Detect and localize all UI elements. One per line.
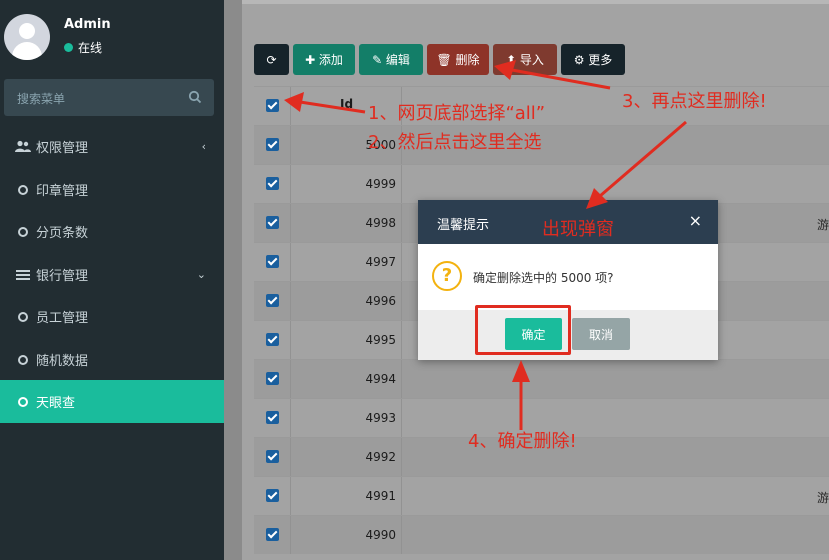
sidebar-item-tianyancha[interactable]: 天眼查 — [0, 380, 224, 423]
toolbar: ⟳ ✚ 添加 ✎ 编辑 🗑 删除 ⬆ 导入 ⚙ 更多 — [254, 44, 629, 75]
sidebar-item-staff[interactable]: 员工管理 — [0, 295, 224, 338]
table-row[interactable]: 4994 — [254, 359, 829, 398]
sidebar-item-label: 银行管理 — [36, 269, 89, 284]
sidebar-item-label: 员工管理 — [36, 311, 89, 326]
add-button[interactable]: ✚ 添加 — [293, 44, 355, 75]
sidebar-item-label: 天眼查 — [36, 396, 76, 411]
close-icon[interactable]: × — [689, 211, 702, 230]
annotation-step3: 3、再点这里删除! — [622, 91, 767, 112]
dialog-body: ? 确定删除选中的 5000 项? — [418, 244, 718, 310]
status-label: 在线 — [78, 41, 103, 55]
row-checkbox[interactable] — [266, 138, 279, 151]
row-checkbox[interactable] — [266, 489, 279, 502]
row-checkbox[interactable] — [266, 216, 279, 229]
annotation-step1: 1、网页底部选择“all” — [368, 103, 546, 124]
cell-edge-text: 游 — [816, 491, 829, 505]
chevron-left-icon: ‹ — [201, 140, 206, 153]
row-checkbox[interactable] — [266, 333, 279, 346]
circle-icon — [15, 183, 31, 197]
sidebar-item-label: 权限管理 — [36, 141, 89, 156]
sidebar-item-seal[interactable]: 印章管理 — [0, 168, 224, 211]
list-icon — [15, 268, 31, 282]
refresh-icon: ⟳ — [266, 52, 277, 67]
search-icon[interactable] — [188, 90, 202, 104]
sidebar: Admin 在线 搜索菜单 权限管理 ‹ 印章管理 分页条数 银行管理 ⌄ 员工… — [0, 0, 224, 560]
annotation-popup: 出现弹窗 — [542, 219, 614, 240]
edit-button[interactable]: ✎ 编辑 — [359, 44, 423, 75]
row-checkbox[interactable] — [266, 255, 279, 268]
circle-icon — [15, 310, 31, 324]
cell-id: 4991 — [365, 489, 396, 503]
question-icon: ? — [432, 261, 462, 291]
dialog-title: 温馨提示 — [437, 218, 490, 233]
cancel-button[interactable]: 取消 — [572, 318, 630, 350]
cell-id: 4996 — [365, 294, 396, 308]
circle-icon — [15, 225, 31, 239]
cell-id: 4995 — [365, 333, 396, 347]
annotation-step4: 4、确定删除! — [468, 431, 577, 452]
user-panel: Admin 在线 — [0, 0, 224, 72]
avatar — [4, 14, 50, 60]
sidebar-item-label: 随机数据 — [36, 354, 89, 369]
row-checkbox[interactable] — [266, 528, 279, 541]
sidebar-item-label: 分页条数 — [36, 226, 89, 241]
cell-id: 4997 — [365, 255, 396, 269]
sidebar-item-permissions[interactable]: 权限管理 ‹ — [0, 125, 224, 168]
more-button[interactable]: ⚙ 更多 — [561, 44, 625, 75]
user-name: Admin — [64, 17, 111, 32]
dialog-message: 确定删除选中的 5000 项? — [473, 271, 614, 285]
sidebar-item-random-data[interactable]: 随机数据 — [0, 338, 224, 381]
sidebar-item-label: 印章管理 — [36, 184, 89, 199]
users-icon — [15, 140, 31, 154]
sidebar-item-page-size[interactable]: 分页条数 — [0, 210, 224, 253]
table-row[interactable]: 5000 — [254, 125, 829, 164]
user-status: 在线 — [64, 39, 102, 56]
cell-id: 4999 — [365, 177, 396, 191]
circle-icon — [15, 395, 31, 409]
select-all-checkbox[interactable] — [266, 99, 279, 112]
sidebar-item-bank[interactable]: 银行管理 ⌄ — [0, 253, 224, 296]
cell-id: 4992 — [365, 450, 396, 464]
refresh-button[interactable]: ⟳ — [254, 44, 289, 75]
cell-id: 4990 — [365, 528, 396, 542]
annotation-step2: 2、然后点击这里全选 — [368, 132, 542, 153]
row-checkbox[interactable] — [266, 372, 279, 385]
row-checkbox[interactable] — [266, 450, 279, 463]
confirm-highlight-box — [475, 305, 571, 355]
row-checkbox[interactable] — [266, 411, 279, 424]
circle-icon — [15, 353, 31, 367]
import-button[interactable]: ⬆ 导入 — [493, 44, 557, 75]
cell-id: 4994 — [365, 372, 396, 386]
table-row[interactable]: 4990 — [254, 515, 829, 554]
delete-button[interactable]: 🗑 删除 — [427, 44, 489, 75]
table-row[interactable]: 4999 — [254, 164, 829, 203]
menu-search-input[interactable]: 搜索菜单 — [4, 79, 214, 116]
table-row[interactable]: 4991 游 — [254, 476, 829, 515]
cell-id: 4993 — [365, 411, 396, 425]
row-checkbox[interactable] — [266, 294, 279, 307]
column-header-id: Id — [340, 97, 354, 111]
chevron-down-icon: ⌄ — [196, 268, 206, 281]
cell-id: 4998 — [365, 216, 396, 230]
row-checkbox[interactable] — [266, 177, 279, 190]
cell-edge-text: 游 — [816, 218, 829, 232]
search-placeholder: 搜索菜单 — [17, 92, 66, 106]
online-dot-icon — [64, 43, 73, 52]
